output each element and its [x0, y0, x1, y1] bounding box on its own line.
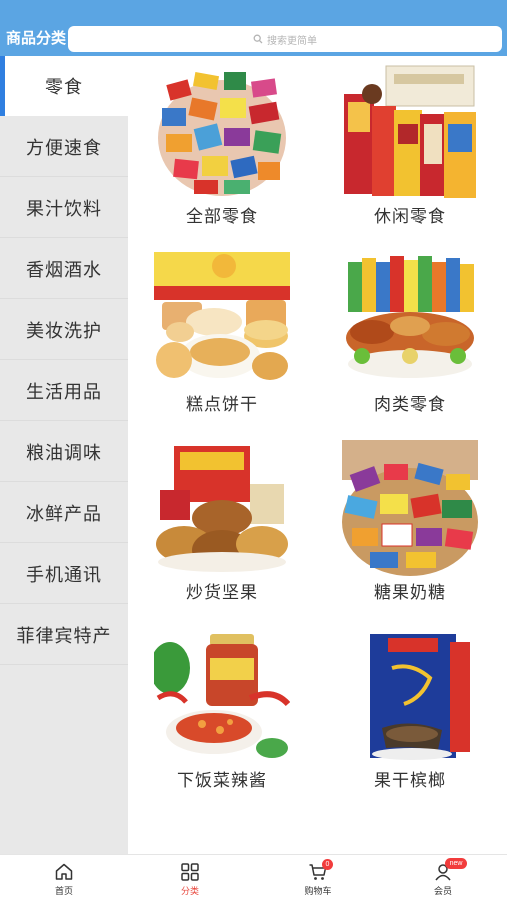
- tab-label: 首页: [54, 886, 73, 896]
- tab-label: 会员: [433, 886, 452, 896]
- sidebar-item-daily-goods[interactable]: 生活用品: [0, 361, 128, 421]
- product-image: [154, 440, 290, 576]
- grid-item-all-snacks[interactable]: 全部零食: [154, 64, 290, 226]
- grid-item-label: 糖果奶糖: [374, 583, 446, 602]
- grid-item-label: 休闲零食: [374, 207, 446, 226]
- sidebar-item-label: 美妆洗护: [26, 320, 102, 341]
- grid-item-label: 炒货坚果: [186, 583, 258, 602]
- sidebar-item-beauty-care[interactable]: 美妆洗护: [0, 300, 128, 360]
- sidebar-item-label: 手机通讯: [26, 564, 102, 585]
- grid-item-label: 下饭菜辣酱: [177, 771, 267, 790]
- tab-label: 购物车: [304, 886, 332, 896]
- grid-item-betel-nut[interactable]: 果干槟榔: [342, 628, 478, 790]
- sidebar-item-snacks[interactable]: 零食: [0, 56, 128, 116]
- product-image: [342, 64, 478, 200]
- sidebar-item-frozen[interactable]: 冰鲜产品: [0, 483, 128, 543]
- search-icon: [253, 34, 263, 44]
- grid-item-pastries[interactable]: 糕点饼干: [154, 252, 290, 414]
- tab-label: 分类: [180, 886, 199, 896]
- product-image: [154, 64, 290, 200]
- product-image: [154, 628, 290, 764]
- tab-home[interactable]: 首页: [24, 855, 104, 900]
- sidebar-item-grain-oil[interactable]: 粮油调味: [0, 422, 128, 482]
- sidebar-item-label: 零食: [45, 77, 83, 97]
- product-image: [342, 252, 478, 388]
- sidebar-item-tobacco-alcohol[interactable]: 香烟酒水: [0, 239, 128, 299]
- grid-item-chili-sauce[interactable]: 下饭菜辣酱: [154, 628, 290, 790]
- search-placeholder: 搜索更简单: [267, 35, 317, 47]
- sidebar-item-philippine-specialty[interactable]: 菲律宾特产: [0, 605, 128, 665]
- grid-item-label: 果干槟榔: [374, 771, 446, 790]
- grid-item-label: 糕点饼干: [186, 395, 258, 414]
- search-input[interactable]: 搜索更简单: [68, 26, 502, 52]
- sidebar-item-label: 生活用品: [26, 381, 102, 402]
- sidebar-item-label: 香烟酒水: [26, 259, 102, 280]
- product-image: [342, 440, 478, 576]
- grid-item-casual-snacks[interactable]: 休闲零食: [342, 64, 478, 226]
- tab-cart[interactable]: 0 购物车: [278, 855, 358, 900]
- tab-category[interactable]: 分类: [150, 855, 230, 900]
- grid-item-meat-snacks[interactable]: 肉类零食: [342, 252, 478, 414]
- category-grid-icon: [181, 863, 199, 881]
- sidebar-item-juice-drinks[interactable]: 果汁饮料: [0, 178, 128, 238]
- tab-member[interactable]: new 会员: [403, 855, 483, 900]
- product-image: [342, 628, 478, 764]
- grid-item-label: 全部零食: [186, 207, 258, 226]
- sidebar-item-phones[interactable]: 手机通讯: [0, 544, 128, 604]
- page-title: 商品分类: [6, 30, 67, 47]
- bottom-tab-bar: 首页 分类 0 购物车 new 会员: [0, 854, 507, 900]
- grid-item-candy[interactable]: 糖果奶糖: [342, 440, 478, 602]
- new-badge: new: [445, 858, 467, 869]
- sidebar-item-label: 粮油调味: [26, 442, 102, 463]
- home-icon: [55, 863, 73, 880]
- product-image: [154, 252, 290, 388]
- grid-item-label: 肉类零食: [374, 395, 446, 414]
- cart-count-badge: 0: [322, 859, 333, 870]
- grid-item-roasted-nuts[interactable]: 炒货坚果: [154, 440, 290, 602]
- sidebar-item-label: 果汁饮料: [26, 198, 102, 219]
- category-sidebar: 零食 方便速食 果汁饮料 香烟酒水 美妆洗护 生活用品 粮油调味 冰鲜产品 手机…: [0, 56, 128, 854]
- header-bar: 商品分类 搜索更简单: [0, 0, 507, 56]
- sidebar-item-label: 冰鲜产品: [26, 503, 102, 524]
- sidebar-item-instant-food[interactable]: 方便速食: [0, 117, 128, 177]
- sidebar-item-label: 菲律宾特产: [16, 625, 112, 646]
- sidebar-item-label: 方便速食: [26, 137, 102, 158]
